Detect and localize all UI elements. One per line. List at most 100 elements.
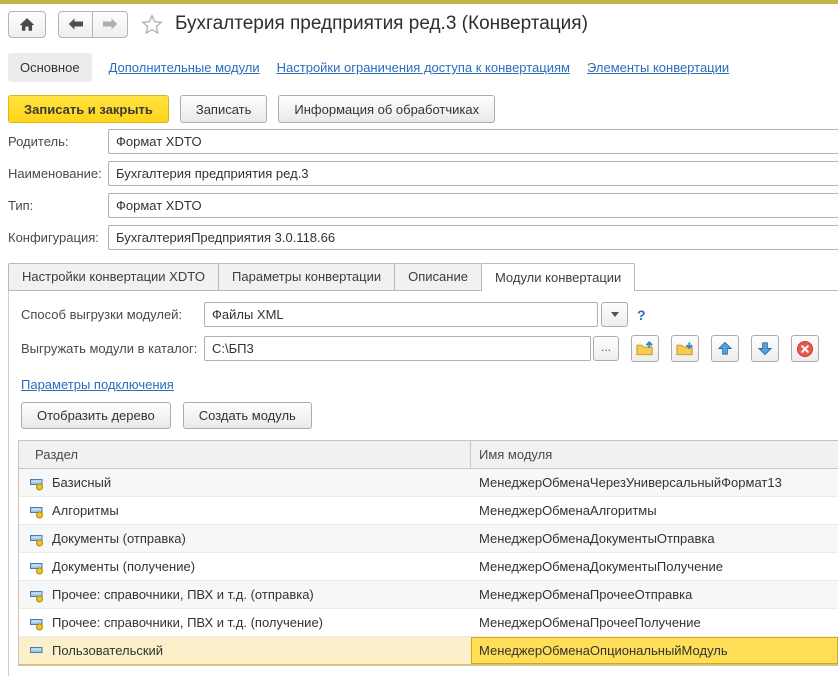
type-field-row: Тип: Формат XDTO [8, 193, 838, 218]
table-row[interactable]: Алгоритмы МенеджерОбменаАлгоритмы [19, 497, 838, 525]
modified-dot-icon [37, 540, 43, 546]
table-row[interactable]: Пользовательский МенеджерОбменаОпциональ… [19, 637, 838, 665]
arrow-up-icon [717, 341, 733, 356]
create-module-button[interactable]: Создать модуль [183, 402, 312, 429]
move-down-button[interactable] [751, 335, 779, 362]
name-field-row: Наименование: Бухгалтерия предприятия ре… [8, 161, 838, 186]
upload-method-label: Способ выгрузки модулей: [21, 307, 204, 322]
section-cell[interactable]: Алгоритмы [19, 497, 471, 524]
parent-field-label: Родитель: [8, 134, 108, 149]
tab-description[interactable]: Описание [394, 263, 482, 290]
help-icon[interactable]: ? [637, 307, 646, 323]
module-icon [29, 615, 45, 631]
show-tree-button[interactable]: Отобразить дерево [21, 402, 171, 429]
section-label: Документы (получение) [52, 559, 195, 574]
table-row[interactable]: Прочее: справочники, ПВХ и т.д. (отправк… [19, 581, 838, 609]
configuration-field[interactable]: БухгалтерияПредприятия 3.0.118.66 [108, 225, 838, 250]
page-title: Бухгалтерия предприятия ред.3 (Конвертац… [175, 13, 588, 35]
section-cell[interactable]: Базисный [19, 469, 471, 496]
parent-field-row: Родитель: Формат XDTO [8, 129, 838, 154]
modified-dot-icon [37, 512, 43, 518]
save-button[interactable]: Записать [180, 95, 268, 123]
nav-item-access-restrictions[interactable]: Настройки ограничения доступа к конверта… [277, 60, 570, 75]
section-cell[interactable]: Документы (отправка) [19, 525, 471, 552]
section-label: Базисный [52, 475, 111, 490]
modules-table: Раздел Имя модуля Базисный МенеджерОбмен… [18, 440, 838, 666]
red-circle-x-icon [796, 340, 814, 358]
module-cell[interactable]: МенеджерОбменаАлгоритмы [471, 497, 838, 524]
configuration-field-label: Конфигурация: [8, 230, 108, 245]
section-label: Пользовательский [52, 643, 163, 658]
module-label: МенеджерОбменаЧерезУниверсальныйФормат13 [479, 475, 782, 490]
type-field[interactable]: Формат XDTO [108, 193, 838, 218]
table-row[interactable]: Базисный МенеджерОбменаЧерезУниверсальны… [19, 469, 838, 497]
import-modules-button[interactable] [671, 335, 699, 362]
modified-dot-icon [37, 624, 43, 630]
module-label: МенеджерОбменаПрочееОтправка [479, 587, 692, 602]
move-up-button[interactable] [711, 335, 739, 362]
table-row[interactable]: Прочее: справочники, ПВХ и т.д. (получен… [19, 609, 838, 637]
parent-field[interactable]: Формат XDTO [108, 129, 838, 154]
section-nav: Основное Дополнительные модули Настройки… [0, 44, 838, 91]
favorite-star-icon[interactable] [141, 14, 163, 35]
modified-dot-icon [37, 484, 43, 490]
nav-item-conversion-elements[interactable]: Элементы конвертации [587, 60, 729, 75]
module-cell[interactable]: МенеджерОбменаДокументыОтправка [471, 525, 838, 552]
chevron-down-icon [611, 312, 619, 317]
configuration-field-row: Конфигурация: БухгалтерияПредприятия 3.0… [8, 225, 838, 250]
name-field-label: Наименование: [8, 166, 108, 181]
export-directory-input[interactable]: C:\БП3 [204, 336, 591, 361]
module-label: МенеджерОбменаДокументыОтправка [479, 531, 715, 546]
name-field[interactable]: Бухгалтерия предприятия ред.3 [108, 161, 838, 186]
delete-button[interactable] [791, 335, 819, 362]
tab-xdto-settings[interactable]: Настройки конвертации XDTO [8, 263, 219, 290]
nav-item-additional-modules[interactable]: Дополнительные модули [109, 60, 260, 75]
modified-dot-icon [37, 568, 43, 574]
table-header-row: Раздел Имя модуля [19, 441, 838, 469]
section-cell[interactable]: Пользовательский [19, 637, 471, 664]
upload-method-select[interactable]: Файлы XML [204, 302, 598, 327]
upload-method-row: Способ выгрузки модулей: Файлы XML ? [21, 302, 838, 327]
export-directory-label: Выгружать модули в каталог: [21, 341, 204, 356]
connection-params-link[interactable]: Параметры подключения [21, 377, 174, 392]
module-icon [29, 475, 45, 491]
command-bar: Записать и закрыть Записать Информация о… [0, 91, 838, 129]
section-label: Документы (отправка) [52, 531, 186, 546]
tab-conversion-modules[interactable]: Модули конвертации [481, 263, 635, 291]
export-directory-row: Выгружать модули в каталог: C:\БП3 ... [21, 335, 838, 362]
module-label: МенеджерОбменаДокументыПолучение [479, 559, 723, 574]
home-icon [18, 17, 36, 32]
module-cell[interactable]: МенеджерОбменаОпциональныйМодуль [471, 637, 838, 664]
nav-item-main[interactable]: Основное [8, 53, 92, 82]
section-cell[interactable]: Прочее: справочники, ПВХ и т.д. (получен… [19, 609, 471, 636]
upload-method-dropdown-button[interactable] [601, 302, 628, 327]
tabs-container: Настройки конвертации XDTO Параметры кон… [8, 263, 838, 676]
tab-conversion-params[interactable]: Параметры конвертации [218, 263, 395, 290]
section-label: Прочее: справочники, ПВХ и т.д. (получен… [52, 615, 323, 630]
forward-icon [102, 18, 118, 30]
module-column-header[interactable]: Имя модуля [471, 441, 838, 468]
module-icon [29, 559, 45, 575]
export-modules-button[interactable] [631, 335, 659, 362]
tab-strip: Настройки конвертации XDTO Параметры кон… [8, 263, 838, 291]
module-icon [29, 503, 45, 519]
section-column-header[interactable]: Раздел [19, 441, 471, 468]
section-cell[interactable]: Документы (получение) [19, 553, 471, 580]
section-cell[interactable]: Прочее: справочники, ПВХ и т.д. (отправк… [19, 581, 471, 608]
module-cell[interactable]: МенеджерОбменаЧерезУниверсальныйФормат13 [471, 469, 838, 496]
browse-button[interactable]: ... [593, 336, 619, 361]
module-cell[interactable]: МенеджерОбменаПрочееОтправка [471, 581, 838, 608]
arrow-down-icon [757, 341, 773, 356]
history-nav-group [58, 11, 128, 38]
module-cell[interactable]: МенеджерОбменаПрочееПолучение [471, 609, 838, 636]
save-and-close-button[interactable]: Записать и закрыть [8, 95, 169, 123]
section-label: Прочее: справочники, ПВХ и т.д. (отправк… [52, 587, 314, 602]
title-bar: Бухгалтерия предприятия ред.3 (Конвертац… [0, 4, 838, 44]
handlers-info-button[interactable]: Информация об обработчиках [278, 95, 495, 123]
table-row[interactable]: Документы (получение) МенеджерОбменаДоку… [19, 553, 838, 581]
module-cell[interactable]: МенеджерОбменаДокументыПолучение [471, 553, 838, 580]
forward-button[interactable] [93, 11, 128, 38]
back-button[interactable] [58, 11, 93, 38]
home-button[interactable] [8, 11, 46, 38]
table-row[interactable]: Документы (отправка) МенеджерОбменаДокум… [19, 525, 838, 553]
